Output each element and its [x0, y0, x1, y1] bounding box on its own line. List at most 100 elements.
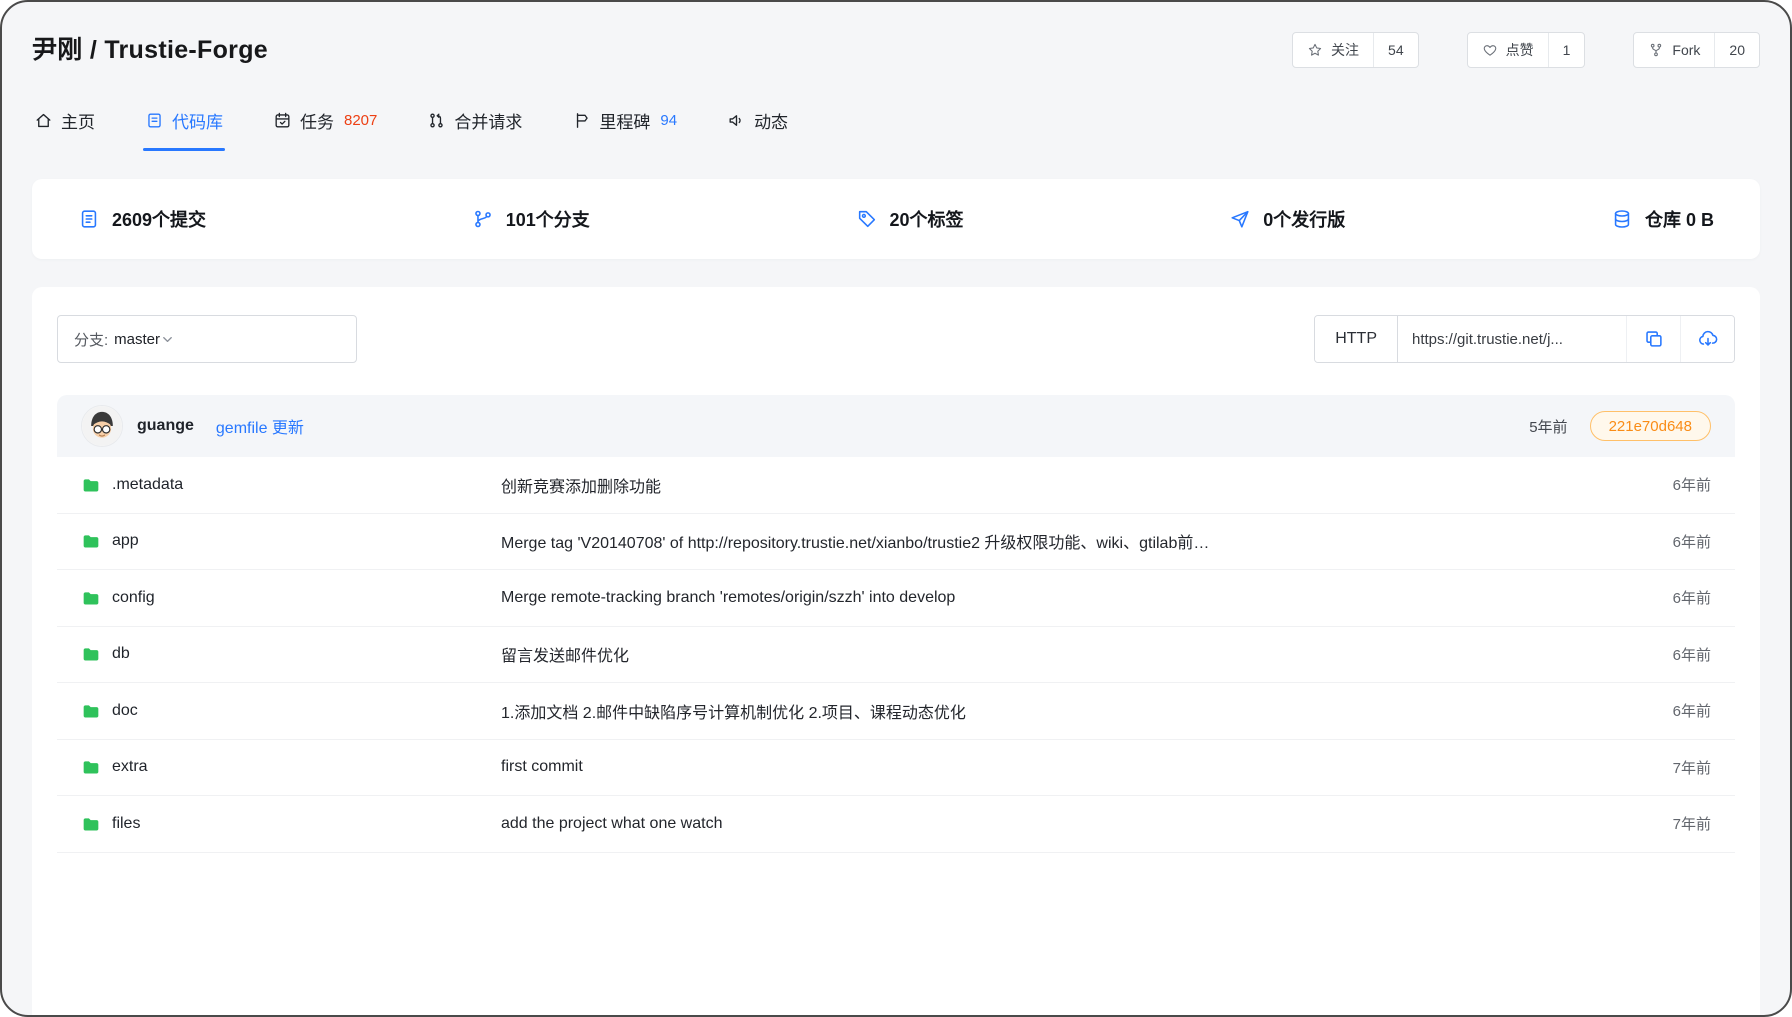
stat-repo-size-label: 仓库 0 B [1645, 206, 1714, 232]
release-icon [1229, 208, 1251, 230]
commits-icon [78, 208, 100, 230]
fork-count: 20 [1714, 33, 1759, 67]
stat-commits-label: 2609个提交 [112, 206, 206, 232]
milestone-icon [572, 111, 591, 130]
stat-commits[interactable]: 2609个提交 [78, 206, 206, 232]
file-time: 6年前 [1673, 700, 1711, 721]
table-row[interactable]: config Merge remote-tracking branch 'rem… [57, 570, 1735, 627]
tab-tasks[interactable]: 任务 8207 [271, 100, 379, 151]
file-name[interactable]: files [112, 815, 140, 833]
copy-icon [1643, 328, 1665, 350]
app-window: 尹刚 / Trustie-Forge 关注 54 点赞 1 [0, 0, 1792, 1017]
file-name[interactable]: doc [112, 702, 138, 720]
stat-branches[interactable]: 101个分支 [472, 206, 590, 232]
page-title: 尹刚 / Trustie-Forge [32, 30, 268, 70]
tab-tasks-label: 任务 [300, 108, 334, 133]
stat-branches-label: 101个分支 [506, 206, 590, 232]
table-row[interactable]: db 留言发送邮件优化 6年前 [57, 627, 1735, 684]
file-time: 7年前 [1673, 813, 1711, 834]
folder-icon [81, 814, 101, 834]
fork-label: Fork [1672, 42, 1700, 58]
protocol-button[interactable]: HTTP [1315, 316, 1398, 362]
file-commit-message[interactable]: Merge tag 'V20140708' of http://reposito… [501, 529, 1673, 553]
tab-milestones[interactable]: 里程碑 94 [570, 100, 679, 151]
repo-icon [145, 111, 164, 130]
star-icon [1307, 42, 1323, 58]
praise-button[interactable]: 点赞 1 [1467, 32, 1586, 68]
file-commit-message[interactable]: Merge remote-tracking branch 'remotes/or… [501, 589, 1673, 607]
file-commit-message[interactable]: first commit [501, 758, 1673, 776]
folder-icon [81, 588, 101, 608]
folder-icon [81, 475, 101, 495]
latest-commit-bar: guange gemfile 更新 5年前 221e70d648 [57, 395, 1735, 457]
file-time: 6年前 [1673, 644, 1711, 665]
file-commit-message[interactable]: 创新竞赛添加删除功能 [501, 473, 1673, 497]
file-time: 7年前 [1673, 757, 1711, 778]
commit-message-link[interactable]: gemfile 更新 [216, 414, 304, 438]
download-button[interactable] [1680, 316, 1734, 362]
heart-icon [1482, 42, 1498, 58]
file-name[interactable]: extra [112, 758, 148, 776]
storage-icon [1611, 208, 1633, 230]
fork-button[interactable]: Fork 20 [1633, 32, 1760, 68]
tab-home-label: 主页 [61, 108, 95, 133]
branch-icon [472, 208, 494, 230]
file-name[interactable]: app [112, 532, 139, 550]
folder-icon [81, 644, 101, 664]
file-commit-message[interactable]: add the project what one watch [501, 815, 1673, 833]
tasks-icon [273, 111, 292, 130]
praise-label: 点赞 [1506, 40, 1534, 60]
header-actions: 关注 54 点赞 1 Fork [1292, 32, 1760, 68]
copy-button[interactable] [1626, 316, 1680, 362]
tag-icon [856, 208, 878, 230]
stat-tags-label: 20个标签 [890, 206, 964, 232]
tab-tasks-count: 8207 [344, 112, 377, 129]
folder-icon [81, 531, 101, 551]
stat-repo-size[interactable]: 仓库 0 B [1611, 206, 1714, 232]
branch-selector[interactable]: 分支: master [57, 315, 357, 363]
watch-count: 54 [1373, 33, 1418, 67]
tab-merge-requests[interactable]: 合并请求 [425, 100, 524, 151]
tab-milestones-count: 94 [660, 112, 677, 129]
table-row[interactable]: extra first commit 7年前 [57, 740, 1735, 797]
tab-milestones-label: 里程碑 [599, 108, 650, 133]
file-time: 6年前 [1673, 531, 1711, 552]
tab-home[interactable]: 主页 [32, 100, 97, 151]
file-name[interactable]: config [112, 589, 155, 607]
folder-icon [81, 701, 101, 721]
file-time: 6年前 [1673, 474, 1711, 495]
praise-count: 1 [1548, 33, 1585, 67]
clone-url-input[interactable] [1398, 316, 1626, 362]
file-time: 6年前 [1673, 587, 1711, 608]
cloud-download-icon [1697, 328, 1719, 350]
tab-code[interactable]: 代码库 [143, 100, 225, 151]
table-row[interactable]: doc 1.添加文档 2.邮件中缺陷序号计算机制优化 2.项目、课程动态优化 6… [57, 683, 1735, 740]
commit-hash-badge[interactable]: 221e70d648 [1590, 411, 1711, 441]
avatar[interactable] [81, 405, 123, 447]
tab-merge-requests-label: 合并请求 [454, 108, 522, 133]
file-name[interactable]: .metadata [112, 476, 183, 494]
folder-icon [81, 757, 101, 777]
commit-author[interactable]: guange [137, 417, 194, 435]
merge-icon [427, 111, 446, 130]
repo-tabs: 主页 代码库 任务 8207 合并请求 里程碑 94 [2, 100, 1790, 151]
stat-tags[interactable]: 20个标签 [856, 206, 964, 232]
activity-icon [727, 111, 746, 130]
table-row[interactable]: files add the project what one watch 7年前 [57, 796, 1735, 853]
repo-stats-bar: 2609个提交 101个分支 20个标签 0个发行版 仓库 0 B [32, 179, 1760, 259]
home-icon [34, 111, 53, 130]
table-row[interactable]: .metadata 创新竞赛添加删除功能 6年前 [57, 457, 1735, 514]
watch-button[interactable]: 关注 54 [1292, 32, 1419, 68]
fork-icon [1648, 42, 1664, 58]
table-row[interactable]: app Merge tag 'V20140708' of http://repo… [57, 514, 1735, 571]
tab-activity[interactable]: 动态 [725, 100, 790, 151]
file-commit-message[interactable]: 留言发送邮件优化 [501, 642, 1673, 666]
branch-label: 分支: [74, 329, 108, 350]
commit-time: 5年前 [1529, 416, 1567, 437]
file-name[interactable]: db [112, 645, 130, 663]
repo-toolbar: 分支: master HTTP [57, 315, 1735, 363]
stat-releases[interactable]: 0个发行版 [1229, 206, 1345, 232]
chevron-down-icon [160, 332, 175, 347]
file-commit-message[interactable]: 1.添加文档 2.邮件中缺陷序号计算机制优化 2.项目、课程动态优化 [501, 699, 1673, 723]
tab-activity-label: 动态 [754, 108, 788, 133]
